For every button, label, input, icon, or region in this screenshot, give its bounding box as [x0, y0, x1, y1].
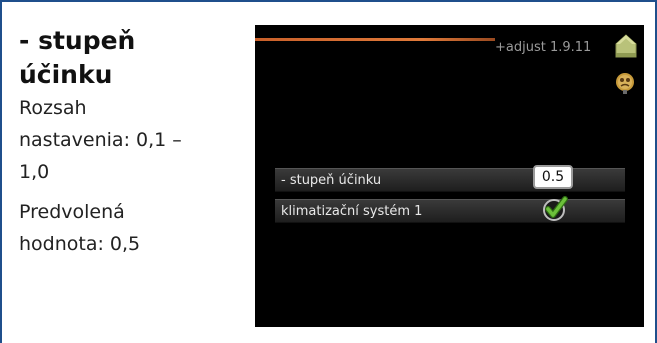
help-panel: - stupeň účinku Rozsah nastavenia: 0,1 –…: [0, 0, 657, 343]
default-line1: Predvolená: [19, 201, 125, 223]
range-line2: nastavenia: 0,1 –: [19, 129, 182, 151]
range-line1: Rozsah: [19, 97, 87, 119]
setting-title: - stupeň účinku: [19, 24, 239, 92]
setting-title-line1: - stupeň: [19, 26, 136, 55]
setting-title-line2: účinku: [19, 60, 113, 89]
home-icon[interactable]: [613, 33, 639, 59]
setting-default: Predvolená hodnota: 0,5: [19, 196, 239, 260]
help-icon[interactable]: [613, 71, 637, 95]
value-field[interactable]: 0.5: [533, 165, 573, 189]
header-accent-line: [255, 38, 495, 41]
setting-row-climate-system[interactable]: klimatizační systém 1: [275, 196, 625, 223]
info-column: - stupeň účinku Rozsah nastavenia: 0,1 –…: [19, 24, 239, 260]
setting-range: Rozsah nastavenia: 0,1 – 1,0: [19, 92, 239, 188]
device-screen: +adjust 1.9.11 - stupeň účinku 0.5 klima…: [255, 25, 644, 327]
default-line2: hodnota: 0,5: [19, 233, 141, 255]
menu-id: +adjust 1.9.11: [495, 40, 592, 55]
setting-row-label: klimatizační systém 1: [281, 204, 423, 219]
range-line3: 1,0: [19, 161, 50, 183]
setting-row-label: - stupeň účinku: [281, 173, 382, 188]
setting-row-efficiency[interactable]: - stupeň účinku 0.5: [275, 165, 625, 192]
checkmark-icon[interactable]: [541, 195, 569, 223]
